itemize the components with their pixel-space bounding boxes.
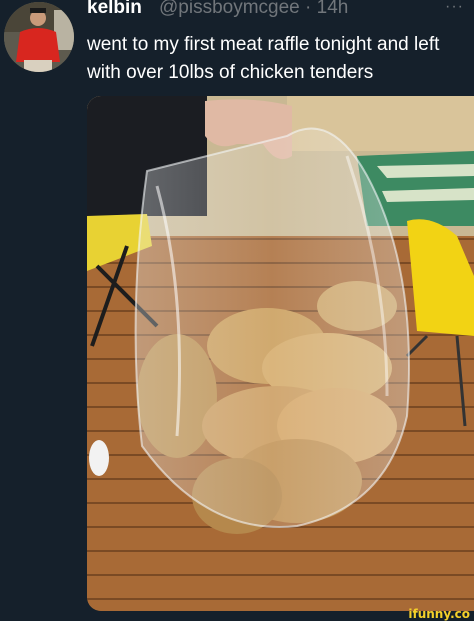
author-handle[interactable]: @pissboymcgee (159, 0, 300, 18)
tweet-header: kelbin @pissboymcgee · 14h ··· (87, 0, 474, 26)
chicken-tenders-photo (87, 96, 474, 611)
author-name[interactable]: kelbin (87, 0, 142, 19)
author-handle-time[interactable]: @pissboymcgee · 14h (159, 0, 348, 19)
tweet-photo[interactable] (87, 96, 474, 611)
more-icon[interactable]: ··· (445, 0, 464, 16)
avatar[interactable] (4, 2, 74, 72)
tweet-text: went to my first meat raffle tonight and… (87, 34, 440, 83)
tweet-time[interactable]: · 14h (305, 0, 348, 18)
watermark-text: ifunny.co (408, 607, 470, 621)
